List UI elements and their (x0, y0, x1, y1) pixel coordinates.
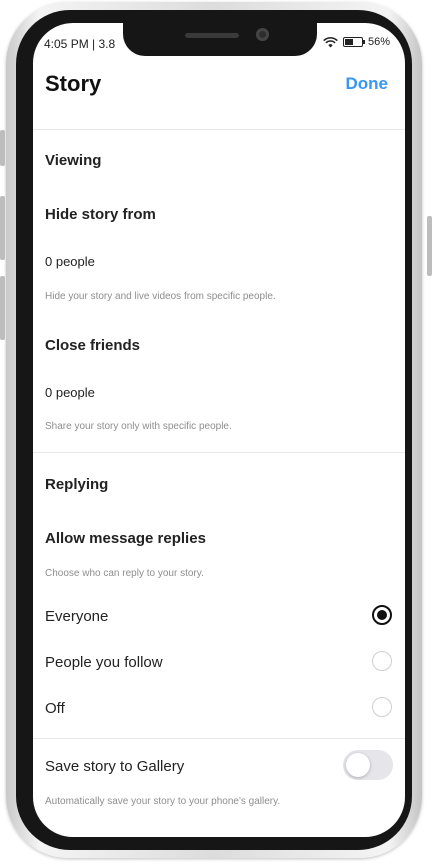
phone-volume-down-button (0, 276, 5, 340)
battery-fill (344, 39, 353, 45)
header-divider (33, 129, 405, 130)
save-story-to-gallery-label: Save story to Gallery (45, 758, 185, 775)
allow-message-replies-hint: Choose who can reply to your story. (45, 568, 204, 579)
page-title: Story (45, 71, 102, 96)
close-friends-count[interactable]: 0 people (45, 385, 95, 400)
battery-percent: 56% (367, 36, 390, 48)
status-time: 4:05 PM | 3.8 (44, 37, 116, 51)
phone-volume-up-button (0, 196, 5, 260)
allow-message-replies-title: Allow message replies (45, 530, 206, 547)
app-screen: 4:05 PM | 3.8 n 56% Story Done Viewing H… (33, 23, 405, 837)
status-right: n 56% (308, 36, 390, 48)
save-story-to-gallery-hint: Automatically save your story to your ph… (45, 796, 281, 807)
radio-everyone[interactable] (372, 605, 392, 625)
close-friends-title[interactable]: Close friends (45, 337, 140, 354)
done-button[interactable]: Done (346, 74, 389, 94)
phone-side-button (0, 130, 5, 166)
close-friends-hint: Share your story only with specific peop… (45, 421, 232, 432)
phone-power-button (427, 216, 432, 276)
speaker-grille (185, 33, 239, 38)
camera-icon (256, 28, 269, 41)
hide-story-from-title[interactable]: Hide story from (45, 206, 156, 223)
save-to-gallery-toggle[interactable] (343, 750, 393, 780)
toggle-knob (346, 753, 370, 777)
battery-icon (342, 37, 366, 47)
hide-story-from-count[interactable]: 0 people (45, 254, 95, 269)
wifi-icon (323, 36, 338, 47)
reply-option-everyone[interactable]: Everyone (45, 608, 108, 625)
radio-off[interactable] (372, 697, 392, 717)
reply-option-people-you-follow[interactable]: People you follow (45, 654, 163, 671)
radio-people-you-follow[interactable] (372, 651, 392, 671)
header: Story Done (33, 61, 405, 107)
notch (123, 23, 317, 56)
section-title-viewing: Viewing (45, 152, 102, 169)
hide-story-from-hint: Hide your story and live videos from spe… (45, 291, 276, 302)
section-title-replying: Replying (45, 476, 109, 493)
reply-option-off[interactable]: Off (45, 700, 65, 717)
section-divider (33, 738, 405, 739)
section-divider (33, 452, 405, 453)
